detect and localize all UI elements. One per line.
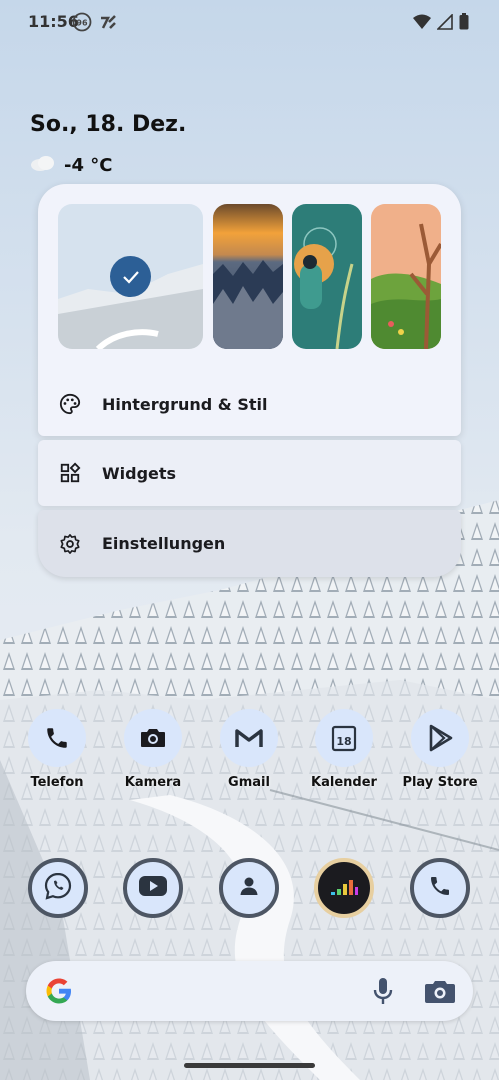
weather-temperature: -4 °C [64,154,113,176]
gear-icon [58,532,82,556]
calendar-day: 18 [336,735,351,748]
menu-item-label: Einstellungen [102,534,226,553]
signal-icon [436,12,453,34]
app-label: Kamera [124,775,182,790]
dock-contacts[interactable] [219,858,279,918]
palette-icon [58,392,82,416]
app-kamera[interactable]: Kamera [108,709,198,790]
lens-icon[interactable] [423,976,457,1010]
app-label: Gmail [228,775,270,790]
cloud-icon [30,154,56,176]
google-g-icon[interactable] [44,976,74,1010]
camera-icon [124,709,182,767]
mic-icon[interactable] [371,976,395,1010]
deezer-icon [329,875,359,901]
app-gmail[interactable]: Gmail [204,709,294,790]
dock-whatsapp[interactable] [28,858,88,918]
app-label: Kalender [311,775,377,790]
menu-item-label: Hintergrund & Stil [102,394,268,414]
wallpaper-thumb-snowy-forest[interactable] [58,204,203,349]
app-play-store[interactable]: Play Store [395,709,485,790]
youtube-icon [138,875,168,901]
dock-youtube[interactable] [123,858,183,918]
menu-item-widgets[interactable]: Widgets [38,440,461,506]
contacts-icon [235,871,263,905]
app-label: Play Store [402,775,478,790]
app-notification-icon [98,12,118,32]
notification-badge-icon: 96 [72,12,92,32]
whatsapp-icon [43,871,73,905]
menu-item-label: Widgets [102,463,177,483]
gmail-icon [220,709,278,767]
play-store-icon [411,709,469,767]
app-label: Telefon [30,775,84,790]
notification-badge-count: 96 [76,19,88,28]
wallpaper-thumb-green-hills-tree[interactable] [371,204,441,349]
app-kalender[interactable]: 18 Kalender [299,709,389,790]
menu-item-settings[interactable]: Einstellungen [38,510,461,577]
battery-icon [459,13,469,34]
google-search-bar[interactable] [26,961,473,1021]
gesture-nav-handle[interactable] [184,1063,315,1068]
selected-check-icon [110,256,151,297]
home-long-press-menu: Hintergrund & Stil Widgets Einstellungen [38,184,461,577]
date-widget[interactable]: So., 18. Dez. [30,112,186,137]
phone-icon [28,709,86,767]
phone-icon [428,874,452,902]
widgets-icon [58,461,82,485]
weather-widget[interactable]: -4 °C [30,154,112,176]
dock-phone[interactable] [410,858,470,918]
calendar-icon: 18 [315,709,373,767]
menu-item-wallpaper-style[interactable]: Hintergrund & Stil [38,372,461,436]
app-telefon[interactable]: Telefon [12,709,102,790]
wallpaper-thumb-teal-illustration[interactable] [292,204,362,349]
wifi-icon [413,14,431,34]
wallpaper-thumb-sunset-forest[interactable] [213,204,283,349]
dock-deezer[interactable] [314,858,374,918]
status-bar: 11:56 96 [0,0,499,44]
